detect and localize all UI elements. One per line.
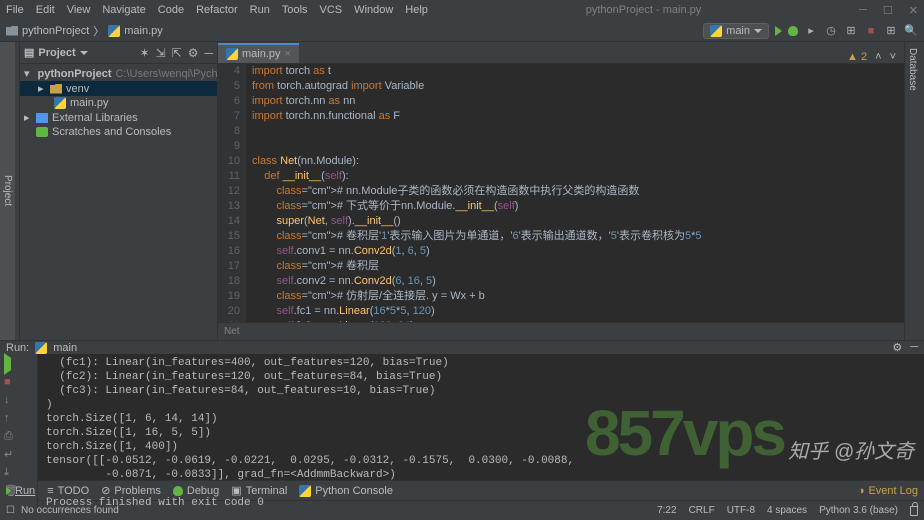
tree-venv[interactable]: ▸ venv bbox=[20, 81, 217, 96]
menu-edit[interactable]: Edit bbox=[36, 4, 55, 16]
tree-file-main[interactable]: main.py bbox=[20, 96, 217, 110]
project-view-icon: ▤ bbox=[24, 46, 34, 59]
menu-navigate[interactable]: Navigate bbox=[102, 4, 145, 16]
folder-icon bbox=[6, 26, 18, 36]
run-panel-config[interactable]: main bbox=[53, 342, 77, 354]
stop-icon[interactable]: ■ bbox=[864, 24, 878, 38]
update-icon[interactable]: ⊞ bbox=[884, 24, 898, 38]
menu-run[interactable]: Run bbox=[250, 4, 270, 16]
library-icon bbox=[36, 113, 48, 123]
maximize-icon[interactable]: ☐ bbox=[883, 4, 893, 17]
search-icon[interactable]: 🔍 bbox=[904, 24, 918, 38]
chevron-down-icon[interactable] bbox=[80, 51, 88, 55]
status-message: No occurrences found bbox=[21, 505, 119, 516]
down-icon[interactable]: ↓ bbox=[4, 394, 18, 406]
menu-vcs[interactable]: VCS bbox=[320, 4, 343, 16]
up-icon[interactable]: ↑ bbox=[4, 412, 18, 424]
menu-code[interactable]: Code bbox=[158, 4, 184, 16]
python-file-icon bbox=[54, 97, 66, 109]
venv-folder-icon bbox=[50, 84, 62, 94]
python-icon bbox=[710, 25, 722, 37]
menu-refactor[interactable]: Refactor bbox=[196, 4, 238, 16]
status-caret-pos[interactable]: 7:22 bbox=[657, 505, 676, 516]
breadcrumb-file[interactable]: main.py bbox=[124, 25, 163, 37]
status-encoding[interactable]: UTF-8 bbox=[727, 505, 755, 516]
scroll-up-icon[interactable]: ˄ bbox=[875, 51, 881, 63]
concurrency-icon[interactable]: ⊞ bbox=[844, 24, 858, 38]
print-icon[interactable]: ⎙ bbox=[4, 430, 18, 442]
window-title: pythonProject - main.py bbox=[428, 4, 859, 16]
close-tab-icon[interactable]: × bbox=[285, 48, 291, 60]
hide-icon[interactable]: ─ bbox=[204, 46, 213, 60]
inspection-warning-icon[interactable]: ▲ 2 bbox=[847, 51, 867, 63]
project-panel-title[interactable]: Project bbox=[38, 47, 75, 59]
bottom-tool-python-console[interactable]: Python Console bbox=[299, 485, 393, 497]
status-icon: ☐ bbox=[6, 505, 15, 516]
project-panel: ▤ Project ✶ ⇲ ⇱ ⚙ ─ ▾ pythonProject C:\U… bbox=[20, 42, 218, 340]
debug-icon bbox=[173, 486, 183, 496]
console-output[interactable]: (fc1): Linear(in_features=400, out_featu… bbox=[38, 354, 924, 512]
editor-tab-main[interactable]: main.py × bbox=[218, 43, 299, 63]
menu-view[interactable]: View bbox=[67, 4, 91, 16]
status-line-separator[interactable]: CRLF bbox=[689, 505, 715, 516]
chevron-down-icon bbox=[754, 29, 762, 33]
code-editor[interactable]: import torch as t from torch.autograd im… bbox=[246, 64, 904, 322]
debug-icon[interactable] bbox=[788, 26, 798, 36]
tree-root[interactable]: ▾ pythonProject C:\Users\wenqi\PycharmPr… bbox=[20, 66, 217, 81]
tree-external-libs[interactable]: ▸ External Libraries bbox=[20, 110, 217, 125]
terminal-icon: ▣ bbox=[231, 484, 241, 497]
python-file-icon bbox=[108, 25, 120, 37]
lock-icon[interactable] bbox=[910, 506, 918, 516]
status-indent[interactable]: 4 spaces bbox=[767, 505, 807, 516]
todo-icon: ≡ bbox=[47, 485, 53, 497]
tree-scratches[interactable]: Scratches and Consoles bbox=[20, 125, 217, 139]
wrap-icon[interactable]: ↵ bbox=[4, 448, 18, 460]
rerun-icon[interactable] bbox=[4, 353, 11, 375]
hide-icon[interactable]: ─ bbox=[910, 341, 918, 354]
menu-help[interactable]: Help bbox=[405, 4, 428, 16]
problems-icon: ⊘ bbox=[101, 484, 110, 497]
run-icon bbox=[6, 487, 11, 495]
python-file-icon bbox=[226, 48, 238, 60]
line-number-gutter[interactable]: 4567891011121314151617181920212223242526… bbox=[218, 64, 246, 322]
breadcrumb-project[interactable]: pythonProject bbox=[22, 25, 89, 37]
gear-icon[interactable]: ⚙ bbox=[892, 341, 902, 354]
right-tool-database[interactable]: Database bbox=[905, 42, 920, 340]
scratch-icon bbox=[36, 127, 48, 137]
profile-icon[interactable]: ◷ bbox=[824, 24, 838, 38]
menu-window[interactable]: Window bbox=[354, 4, 393, 16]
bottom-tool-debug[interactable]: Debug bbox=[173, 485, 219, 497]
right-tool-sciview[interactable]: SciView bbox=[920, 42, 924, 340]
bottom-tool-todo[interactable]: ≡TODO bbox=[47, 485, 89, 497]
bottom-tool-run[interactable]: Run bbox=[6, 485, 35, 497]
run-icon[interactable] bbox=[775, 26, 782, 36]
select-opened-icon[interactable]: ✶ bbox=[140, 46, 150, 60]
menu-file[interactable]: File bbox=[6, 4, 24, 16]
run-config-selector[interactable]: main bbox=[703, 23, 769, 39]
python-icon bbox=[299, 485, 311, 497]
collapse-all-icon[interactable]: ⇱ bbox=[172, 46, 182, 60]
bottom-tool-terminal[interactable]: ▣Terminal bbox=[231, 484, 287, 497]
scroll-to-end-icon[interactable]: ⤓ bbox=[4, 466, 18, 478]
stop-icon[interactable]: ■ bbox=[4, 376, 18, 388]
code-breadcrumb[interactable]: Net bbox=[218, 322, 904, 340]
bottom-tool-problems[interactable]: ⊘Problems bbox=[101, 484, 161, 497]
python-icon bbox=[35, 342, 47, 354]
status-interpreter[interactable]: Python 3.6 (base) bbox=[819, 505, 898, 516]
left-tool-project[interactable]: Project bbox=[0, 42, 15, 340]
gear-icon[interactable]: ⚙ bbox=[188, 46, 199, 60]
expand-all-icon[interactable]: ⇲ bbox=[156, 46, 166, 60]
bottom-tool-event-log[interactable]: ◑Event Log bbox=[858, 485, 918, 497]
close-icon[interactable]: ✕ bbox=[909, 4, 918, 17]
menu-tools[interactable]: Tools bbox=[282, 4, 308, 16]
scroll-down-icon[interactable]: ˅ bbox=[890, 51, 896, 63]
run-panel-label: Run: bbox=[6, 342, 29, 354]
minimize-icon[interactable]: ─ bbox=[859, 4, 867, 17]
run-coverage-icon[interactable]: ▸ bbox=[804, 24, 818, 38]
event-log-icon: ◑ bbox=[858, 485, 865, 497]
